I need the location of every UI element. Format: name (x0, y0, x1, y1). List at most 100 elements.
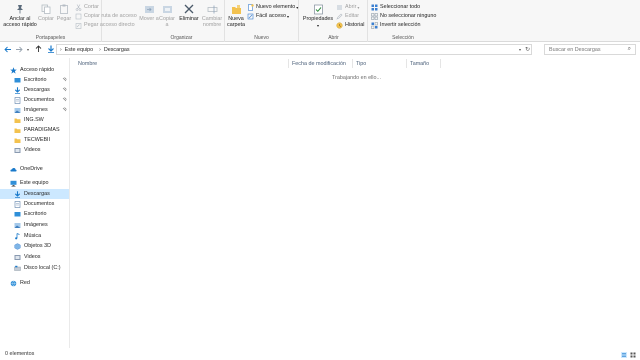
paste-icon (58, 3, 70, 15)
open-button[interactable]: Abrir ▾ (336, 3, 359, 11)
paste-shortcut-button[interactable]: Pegar acceso directo (75, 21, 135, 29)
paste-shortcut-label: Pegar acceso directo (84, 22, 135, 28)
nav-pc-imagenes-label: Imágenes (24, 222, 48, 228)
select-all-button[interactable]: Seleccionar todo (371, 3, 420, 11)
file-list: Nombre Fecha de modificación Tipo Tamaño… (72, 58, 640, 348)
new-item-button[interactable]: Nuevo elemento ▾ (247, 3, 298, 11)
forward-button[interactable] (14, 44, 23, 54)
address-dropdown-icon[interactable]: ▾ (519, 47, 521, 52)
nav-quick-tecwebii[interactable]: TECWEBII (0, 135, 69, 145)
new-item-dropdown-icon: ▾ (296, 4, 299, 10)
copy-path-icon (75, 13, 82, 20)
videos-icon (14, 254, 21, 261)
paste-button[interactable]: Pegar (56, 3, 72, 23)
details-view-icon[interactable] (621, 352, 627, 358)
breadcrumb-este-equipo[interactable]: Este equipo (65, 47, 93, 53)
select-all-icon (371, 4, 378, 11)
copy-to-label: Copiar a (159, 16, 175, 28)
edit-button[interactable]: Editar (336, 12, 359, 20)
videos-icon (14, 147, 21, 154)
nav-pc-videos[interactable]: Videos (0, 252, 69, 262)
nav-onedrive[interactable]: OneDrive (0, 164, 69, 174)
copy-button[interactable]: Copiar (38, 3, 54, 23)
column-separator (352, 59, 353, 68)
new-folder-button[interactable]: Nueva carpeta (225, 3, 247, 28)
nav-pc-documentos[interactable]: Documentos (0, 199, 69, 209)
column-header-size[interactable]: Tamaño (410, 59, 440, 68)
nav-quick-escritorio-label: Escritorio (24, 77, 47, 83)
back-arrow-icon (3, 46, 11, 52)
nav-quick-paradigmas[interactable]: PARADIGMAS (0, 125, 69, 135)
nav-quick-documentos-label: Documentos (24, 97, 55, 103)
pinned-icon (62, 107, 67, 112)
copy-to-button[interactable]: Copiar a (158, 3, 176, 28)
history-button[interactable]: Historial (336, 21, 364, 29)
select-none-label: No seleccionar ninguno (380, 13, 437, 19)
nav-pc-disco-local[interactable]: Disco local (C:) (0, 263, 69, 273)
select-all-label: Seleccionar todo (380, 4, 421, 10)
delete-button[interactable]: Eliminar (179, 3, 199, 23)
group-label-nuevo: Nuevo (254, 35, 269, 41)
invert-selection-button[interactable]: Invertir selección (371, 21, 420, 29)
search-box[interactable]: ⌕ (544, 44, 636, 55)
search-input[interactable] (549, 46, 625, 53)
open-dropdown-icon: ▾ (357, 4, 360, 10)
rename-button[interactable]: Cambiar nombre (201, 3, 223, 28)
history-label: Historial (345, 22, 365, 28)
column-separator (406, 59, 407, 68)
delete-x-icon (183, 3, 195, 15)
chevron-down-icon: ▾ (26, 46, 29, 52)
easy-access-label: Fácil acceso (256, 13, 286, 19)
nav-network[interactable]: Red (0, 278, 69, 288)
nav-pc-imagenes[interactable]: Imágenes (0, 220, 69, 230)
nav-quick-access[interactable]: Acceso rápido (10, 65, 69, 75)
column-header-date-modified[interactable]: Fecha de modificación (292, 59, 356, 68)
nav-pc-escritorio[interactable]: Escritorio (0, 209, 69, 219)
nav-pc-objetos-3d[interactable]: Objetos 3D (0, 241, 69, 251)
recent-locations-button[interactable]: ▾ (25, 44, 31, 54)
nav-quick-videos[interactable]: Videos (0, 145, 69, 155)
move-to-button[interactable]: Mover a (139, 3, 159, 23)
documents-icon (14, 200, 21, 208)
back-button[interactable] (3, 44, 12, 54)
address-bar[interactable]: › Este equipo › Descargas ▾ ↻ (56, 44, 532, 55)
nav-this-pc[interactable]: Este equipo (0, 178, 69, 188)
search-icon[interactable]: ⌕ (628, 46, 631, 53)
nav-quick-descargas[interactable]: Descargas (0, 85, 69, 95)
copy-label: Copiar (38, 16, 54, 22)
nav-network-label: Red (20, 280, 30, 286)
nav-quick-imagenes[interactable]: Imágenes (0, 105, 69, 115)
invert-selection-label: Invertir selección (380, 22, 421, 28)
nav-pc-musica[interactable]: Música (0, 231, 69, 241)
nav-pc-descargas[interactable]: Descargas (0, 189, 69, 199)
copy-path-button[interactable]: Copiar ruta de acceso (75, 12, 137, 20)
breadcrumb-chevron-icon[interactable]: › (99, 47, 101, 53)
navigation-bar: ▾ › Este equipo › Descargas ▾ ↻ ⌕ (0, 42, 640, 56)
edit-label: Editar (345, 13, 360, 19)
cube-3d-icon (14, 242, 21, 250)
cut-button[interactable]: Cortar (75, 3, 99, 11)
nav-quick-documentos[interactable]: Documentos (0, 95, 69, 105)
select-none-icon (371, 12, 378, 20)
pictures-icon (14, 107, 21, 114)
nav-quick-escritorio[interactable]: Escritorio (0, 75, 69, 85)
column-header-name[interactable]: Nombre (78, 59, 290, 68)
folder-icon (14, 137, 21, 144)
pin-quick-access-button[interactable]: Anclar al acceso rápido (2, 3, 38, 28)
properties-button[interactable]: Propiedades ▾ (302, 3, 334, 28)
column-separator (288, 59, 289, 68)
select-none-button[interactable]: No seleccionar ninguno (371, 12, 436, 20)
breadcrumb-descargas[interactable]: Descargas (104, 47, 130, 53)
up-button[interactable] (34, 44, 43, 54)
easy-access-button[interactable]: Fácil acceso ▾ (247, 12, 289, 20)
nav-pc-musica-label: Música (24, 233, 42, 239)
large-icons-view-icon[interactable] (630, 352, 636, 358)
breadcrumb-root-chevron-icon[interactable]: › (60, 47, 62, 53)
refresh-icon[interactable]: ↻ (525, 46, 530, 53)
column-header-type[interactable]: Tipo (356, 59, 408, 68)
nav-quick-ing-sw[interactable]: ING.SW (0, 115, 69, 125)
downloads-location-button[interactable] (46, 44, 55, 54)
status-bar: 0 elementos (0, 348, 640, 360)
paste-label: Pegar (56, 16, 72, 22)
nav-pc-objetos-3d-label: Objetos 3D (24, 243, 51, 249)
